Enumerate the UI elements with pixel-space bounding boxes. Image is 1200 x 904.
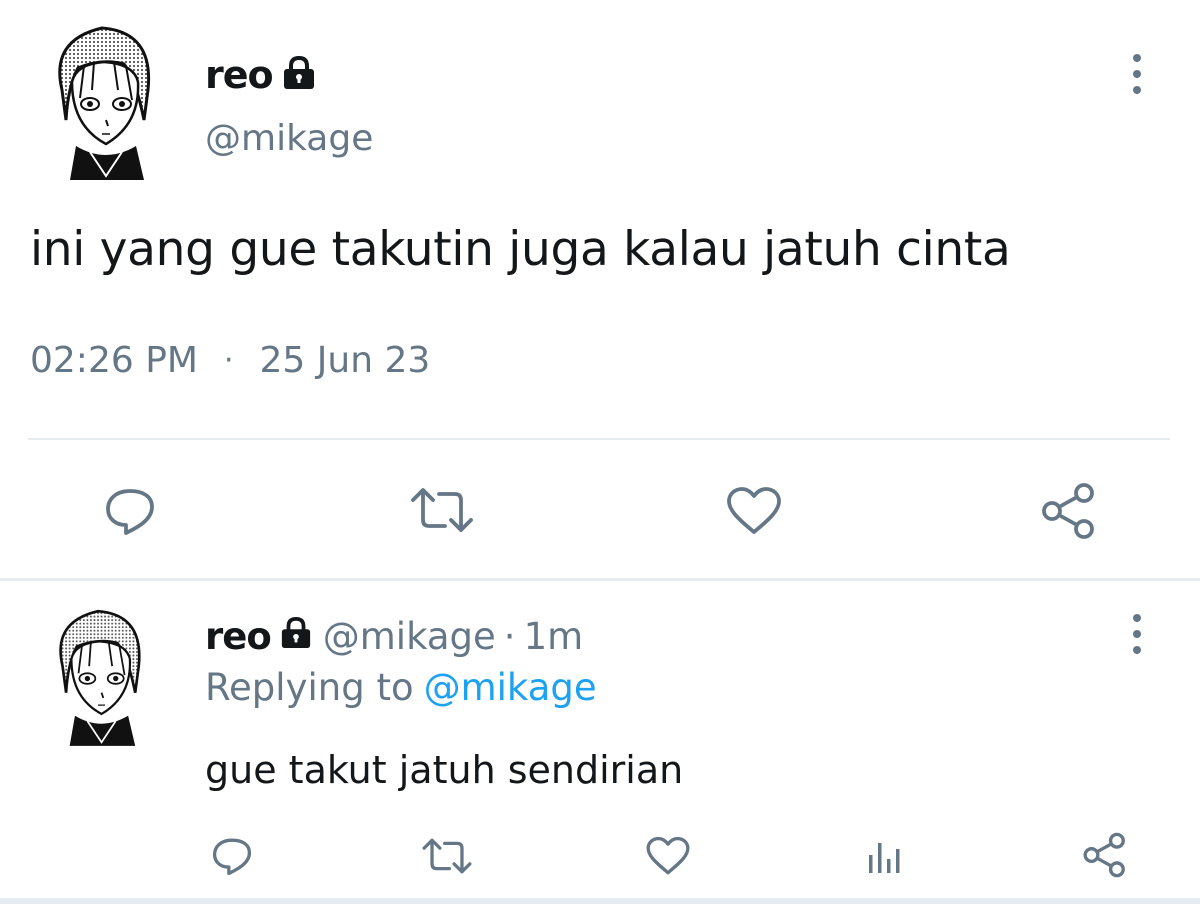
tweet-time-ago: 1m (523, 614, 584, 658)
tweet-text: ini yang gue takutin juga kalau jatuh ci… (30, 222, 1011, 277)
like-icon[interactable] (644, 836, 692, 876)
reply-icon[interactable] (102, 486, 158, 536)
author-handle[interactable]: @mikage (205, 118, 373, 159)
manga-character-avatar-icon (58, 26, 151, 180)
share-icon[interactable] (1082, 832, 1128, 878)
retweet-icon[interactable] (408, 488, 476, 532)
mention-link[interactable]: @mikage (424, 666, 597, 709)
share-icon[interactable] (1040, 482, 1098, 540)
lock-icon (279, 615, 313, 658)
tweet-timestamp: 02:26 PM · 25 Jun 23 (30, 340, 430, 381)
tweet-detail-screen: reo @mikage ini yang gue takutin juga ka… (0, 0, 1200, 904)
replying-prefix: Replying to (205, 666, 414, 709)
lock-icon (281, 55, 317, 94)
reply-icon[interactable] (210, 836, 254, 876)
divider (0, 898, 1200, 904)
avatar[interactable] (32, 20, 172, 180)
reply-header: reo @mikage · 1m (205, 612, 583, 660)
vertical-ellipsis-icon[interactable] (1125, 612, 1149, 656)
meta-separator: · (223, 343, 234, 378)
display-name[interactable]: reo (205, 53, 274, 97)
vertical-ellipsis-icon[interactable] (1125, 52, 1149, 96)
author-name-row: reo (205, 50, 317, 100)
tweet-time[interactable]: 02:26 PM (30, 340, 198, 381)
manga-character-avatar-icon (59, 609, 141, 746)
tweet-text: gue takut jatuh sendirian (205, 748, 684, 792)
analytics-icon[interactable] (864, 838, 906, 876)
like-icon[interactable] (724, 486, 784, 536)
main-tweet: reo @mikage ini yang gue takutin juga ka… (0, 0, 1200, 580)
divider (28, 438, 1170, 440)
author-handle[interactable]: @mikage (323, 615, 496, 658)
meta-separator: · (503, 614, 516, 658)
retweet-icon[interactable] (420, 838, 474, 874)
display-name[interactable]: reo (205, 615, 272, 658)
replying-to: Replying to @mikage (205, 666, 597, 709)
tweet-date[interactable]: 25 Jun 23 (260, 340, 431, 381)
section-divider (0, 578, 1200, 581)
avatar[interactable] (36, 600, 160, 750)
